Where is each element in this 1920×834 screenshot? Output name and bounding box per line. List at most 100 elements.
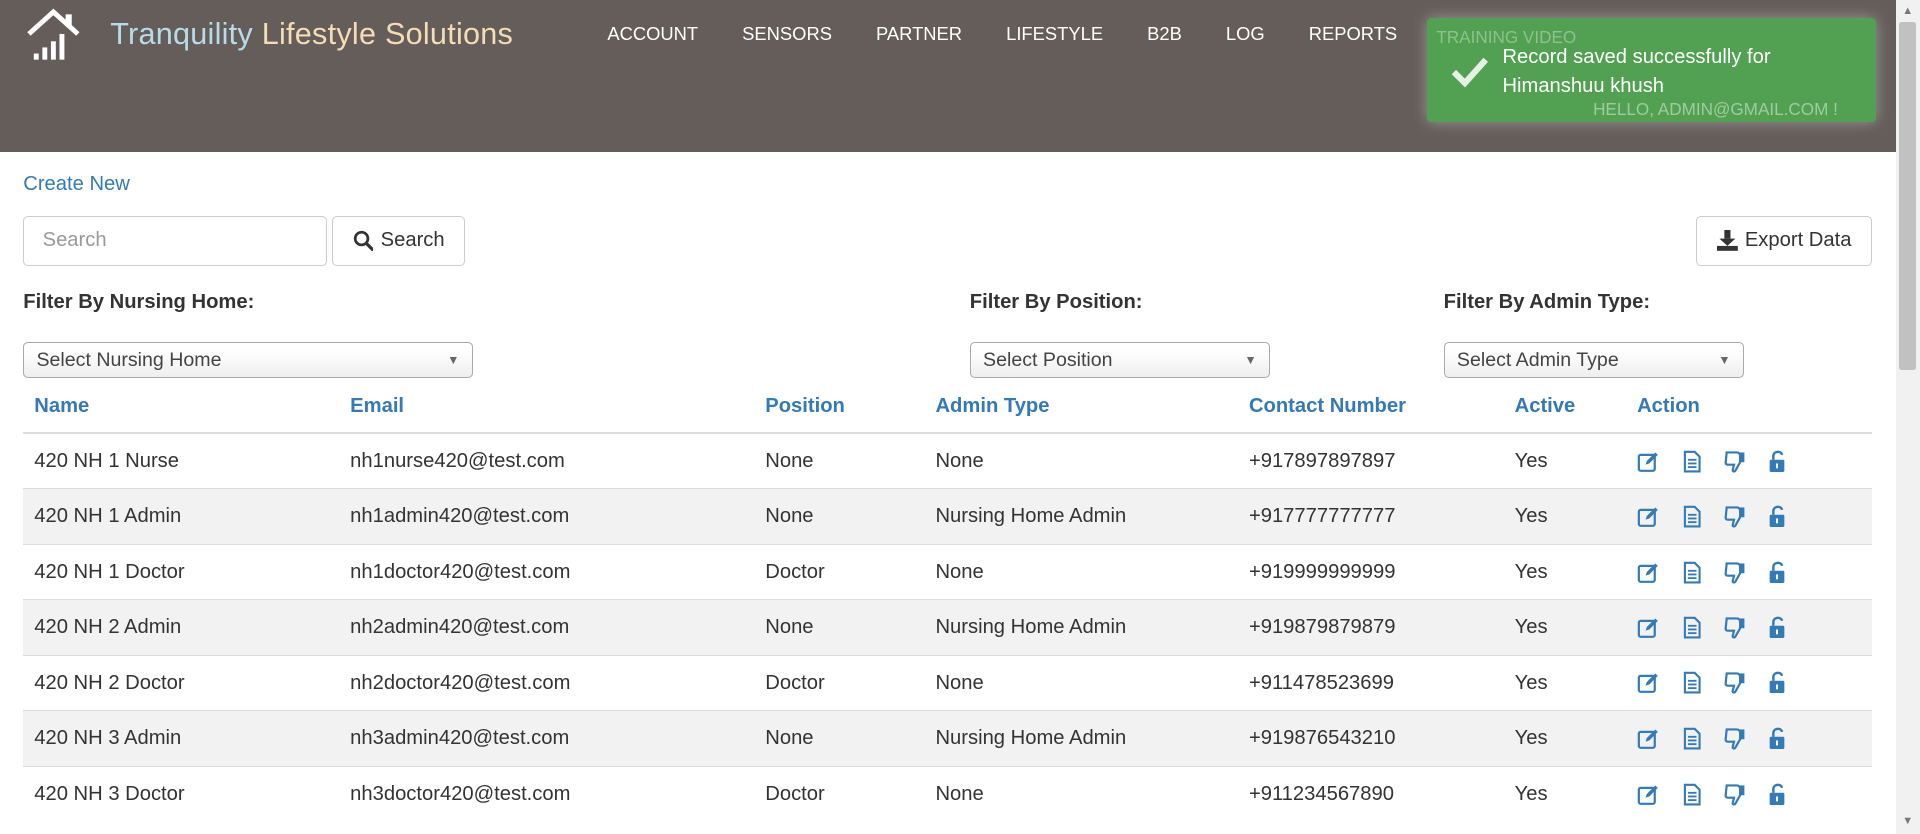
users-table: Name Email Position Admin Type Contact N… xyxy=(23,379,1873,822)
position-select-value: Select Position xyxy=(983,348,1113,371)
edit-icon[interactable] xyxy=(1637,505,1660,528)
export-data-button[interactable]: Export Data xyxy=(1695,215,1873,266)
vertical-scrollbar[interactable]: ▲ ▼ xyxy=(1895,0,1920,834)
unlock-icon[interactable] xyxy=(1766,561,1789,584)
cell-active: Yes xyxy=(1503,599,1627,656)
nav-log[interactable]: LOG xyxy=(1204,24,1287,44)
brand-title[interactable]: Tranquility Lifestyle Solutions xyxy=(110,17,513,52)
cell-email: nh3admin420@test.com xyxy=(339,710,755,767)
unlock-icon[interactable] xyxy=(1766,783,1789,806)
filter-admin-type-label: Filter By Admin Type: xyxy=(1443,291,1651,314)
nav-sensors[interactable]: SENSORS xyxy=(720,24,854,44)
create-new-link[interactable]: Create New xyxy=(23,173,130,196)
cell-position: None xyxy=(754,710,925,767)
edit-icon[interactable] xyxy=(1637,783,1660,806)
cell-position: Doctor xyxy=(754,765,925,822)
cell-active: Yes xyxy=(1503,543,1627,600)
edit-icon[interactable] xyxy=(1637,616,1660,639)
unlock-icon[interactable] xyxy=(1766,616,1789,639)
thumbs-down-icon[interactable] xyxy=(1723,561,1746,584)
cell-admin-type: None xyxy=(924,432,1238,489)
nav-lifestyle[interactable]: LIFESTYLE xyxy=(984,24,1125,44)
search-input[interactable] xyxy=(23,215,327,266)
details-icon[interactable] xyxy=(1680,450,1703,473)
cell-actions xyxy=(1626,654,1873,711)
scroll-up-arrow[interactable]: ▲ xyxy=(1896,2,1920,22)
table-row: 420 NH 1 Admin nh1admin420@test.com None Nu… xyxy=(23,488,1873,545)
row-actions xyxy=(1637,671,1872,694)
search-icon xyxy=(353,231,374,251)
header-active[interactable]: Active xyxy=(1503,379,1627,435)
edit-icon[interactable] xyxy=(1637,450,1660,473)
filter-position-label: Filter By Position: xyxy=(969,291,1143,314)
brand-part-1: Tranquility xyxy=(110,17,253,52)
cell-admin-type: Nursing Home Admin xyxy=(924,710,1238,767)
thumbs-down-icon[interactable] xyxy=(1723,671,1746,694)
header-admin-type[interactable]: Admin Type xyxy=(924,379,1238,435)
cell-position: None xyxy=(754,432,925,489)
nursing-home-select[interactable]: Select Nursing Home ▼ xyxy=(23,341,473,379)
unlock-icon[interactable] xyxy=(1766,505,1789,528)
unlock-icon[interactable] xyxy=(1766,671,1789,694)
details-icon[interactable] xyxy=(1680,561,1703,584)
nav-b2b[interactable]: B2B xyxy=(1125,24,1204,44)
scroll-down-arrow[interactable]: ▼ xyxy=(1896,812,1920,832)
cell-contact-number: +919999999999 xyxy=(1237,543,1504,600)
details-icon[interactable] xyxy=(1680,727,1703,750)
logo-icon[interactable] xyxy=(24,7,83,61)
cell-admin-type: None xyxy=(924,543,1238,600)
header-position[interactable]: Position xyxy=(754,379,925,435)
table-row: 420 NH 1 Doctor nh1doctor420@test.com Doct… xyxy=(23,543,1873,600)
user-greeting[interactable]: HELLO, ADMIN@GMAIL.COM ! xyxy=(1593,99,1838,120)
position-select[interactable]: Select Position ▼ xyxy=(969,341,1270,379)
header-name[interactable]: Name xyxy=(23,379,340,435)
cell-position: Doctor xyxy=(754,543,925,600)
thumbs-down-icon[interactable] xyxy=(1723,616,1746,639)
search-button-label: Search xyxy=(380,229,445,252)
details-icon[interactable] xyxy=(1680,783,1703,806)
cell-actions xyxy=(1626,710,1873,767)
cell-contact-number: +911234567890 xyxy=(1237,765,1504,822)
cell-email: nh2admin420@test.com xyxy=(339,599,755,656)
unlock-icon[interactable] xyxy=(1766,727,1789,750)
nav-partner[interactable]: PARTNER xyxy=(854,24,984,44)
chevron-down-icon: ▼ xyxy=(1718,352,1731,367)
edit-icon[interactable] xyxy=(1637,671,1660,694)
filter-nursing-home-label: Filter By Nursing Home: xyxy=(23,291,255,314)
chevron-down-icon: ▼ xyxy=(447,352,460,367)
cell-name: 420 NH 2 Admin xyxy=(23,599,340,656)
cell-active: Yes xyxy=(1503,654,1627,711)
edit-icon[interactable] xyxy=(1637,727,1660,750)
cell-email: nh3doctor420@test.com xyxy=(339,765,755,822)
cell-email: nh2doctor420@test.com xyxy=(339,654,755,711)
row-actions xyxy=(1637,727,1872,750)
admin-type-select[interactable]: Select Admin Type ▼ xyxy=(1443,341,1744,379)
table-row: 420 NH 3 Doctor nh3doctor420@test.com Doct… xyxy=(23,765,1873,822)
cell-active: Yes xyxy=(1503,765,1627,822)
export-button-label: Export Data xyxy=(1744,229,1852,252)
row-actions xyxy=(1637,616,1872,639)
thumbs-down-icon[interactable] xyxy=(1723,505,1746,528)
search-button[interactable]: Search xyxy=(331,215,466,266)
thumbs-down-icon[interactable] xyxy=(1723,450,1746,473)
scrollbar-thumb[interactable] xyxy=(1899,22,1917,370)
details-icon[interactable] xyxy=(1680,671,1703,694)
header-email[interactable]: Email xyxy=(339,379,755,435)
cell-email: nh1doctor420@test.com xyxy=(339,543,755,600)
cell-actions xyxy=(1626,599,1873,656)
success-toast[interactable]: TRAINING VIDEO Record saved successfully… xyxy=(1426,18,1876,123)
table-row: 420 NH 2 Doctor nh2doctor420@test.com Doct… xyxy=(23,654,1873,711)
nursing-home-select-value: Select Nursing Home xyxy=(36,348,222,371)
edit-icon[interactable] xyxy=(1637,561,1660,584)
row-actions xyxy=(1637,561,1872,584)
unlock-icon[interactable] xyxy=(1766,450,1789,473)
cell-name: 420 NH 1 Doctor xyxy=(23,543,340,600)
nav-account[interactable]: ACCOUNT xyxy=(585,24,720,44)
thumbs-down-icon[interactable] xyxy=(1723,727,1746,750)
details-icon[interactable] xyxy=(1680,616,1703,639)
admin-type-select-value: Select Admin Type xyxy=(1456,348,1619,371)
nav-reports[interactable]: REPORTS xyxy=(1287,24,1419,44)
details-icon[interactable] xyxy=(1680,505,1703,528)
header-contact-number[interactable]: Contact Number xyxy=(1237,379,1504,435)
thumbs-down-icon[interactable] xyxy=(1723,783,1746,806)
